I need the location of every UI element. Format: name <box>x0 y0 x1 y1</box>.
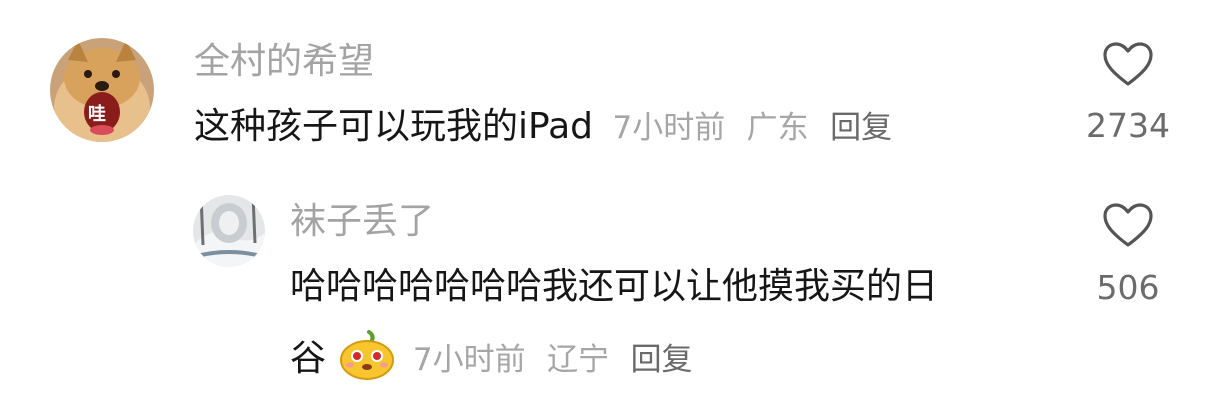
heart-outline-icon <box>1103 203 1153 247</box>
comment-time: 7小时前 <box>612 110 726 146</box>
reply-time: 7小时前 <box>412 342 526 378</box>
reply-text-line2: 谷 <box>290 338 327 379</box>
comment-text: 这种孩子可以玩我的iPad <box>194 106 594 147</box>
avatar-badge-text: 哇 <box>88 104 106 125</box>
comment-location: 广东 <box>746 110 809 146</box>
reply-button[interactable]: 回复 <box>631 342 693 378</box>
like-button[interactable] <box>1102 42 1154 88</box>
heart-outline-icon <box>1103 42 1153 86</box>
like-count: 2734 <box>1086 106 1170 145</box>
like-count: 506 <box>1096 268 1160 307</box>
avatar[interactable] <box>193 195 265 267</box>
reply-location: 辽宁 <box>547 342 610 378</box>
reply-text-line1: 哈哈哈哈哈哈哈我还可以让他摸我买的日 <box>290 266 939 307</box>
like-button[interactable] <box>1102 203 1154 249</box>
reply-body-line2: 谷 7小时前 辽宁 回复 <box>290 330 693 394</box>
reply-username[interactable]: 袜子丢了 <box>290 200 434 244</box>
reply-button[interactable]: 回复 <box>830 110 892 146</box>
comment-username[interactable]: 全村的希望 <box>194 40 374 84</box>
comment-body: 这种孩子可以玩我的iPad 7小时前 广东 回复 <box>194 104 892 151</box>
avatar[interactable]: 哇 <box>50 38 154 142</box>
smiling-pear-emoji <box>339 330 395 394</box>
